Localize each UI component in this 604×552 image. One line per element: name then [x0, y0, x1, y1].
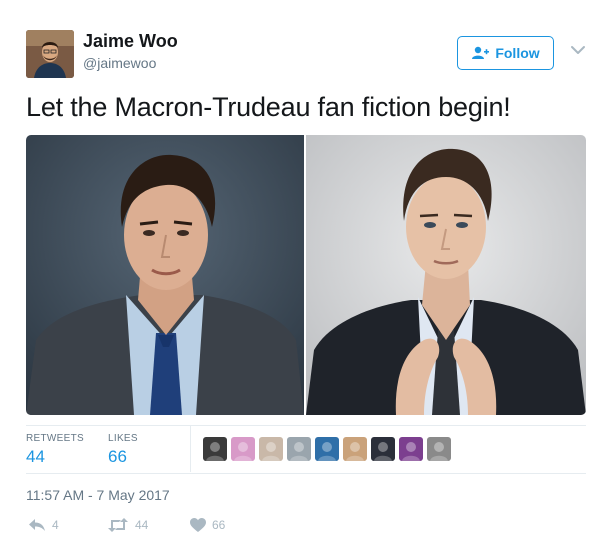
- author-name[interactable]: Jaime Woo: [83, 31, 178, 52]
- divider-bottom: [26, 473, 586, 474]
- retweet-count: 44: [135, 518, 149, 532]
- liker-avatar[interactable]: [343, 437, 367, 461]
- retweet-icon: [108, 518, 128, 532]
- retweets-label[interactable]: RETWEETS: [26, 433, 84, 444]
- author-avatar[interactable]: [26, 30, 74, 78]
- reply-action[interactable]: 4: [28, 518, 59, 532]
- liker-avatar[interactable]: [315, 437, 339, 461]
- reply-count: 4: [52, 518, 59, 532]
- reply-icon: [29, 519, 45, 531]
- photo-left[interactable]: [26, 135, 304, 415]
- liker-avatar[interactable]: [371, 437, 395, 461]
- tweet-timestamp[interactable]: 11:57 AM - 7 May 2017: [26, 487, 170, 503]
- liker-avatar[interactable]: [203, 437, 227, 461]
- photo-right[interactable]: [306, 135, 586, 415]
- liker-avatar[interactable]: [231, 437, 255, 461]
- heart-icon: [190, 518, 206, 532]
- follow-button[interactable]: Follow: [457, 36, 554, 70]
- like-count: 66: [212, 518, 226, 532]
- like-action[interactable]: 66: [190, 518, 225, 532]
- tweet-text: Let the Macron-Trudeau fan fiction begin…: [26, 92, 511, 122]
- add-user-icon: [472, 46, 490, 59]
- retweet-action[interactable]: 44: [107, 518, 148, 532]
- liker-avatar[interactable]: [427, 437, 451, 461]
- author-handle[interactable]: @jaimewoo: [83, 55, 156, 71]
- likes-count[interactable]: 66: [108, 447, 127, 467]
- divider-top: [26, 425, 586, 426]
- tweet-media[interactable]: [26, 135, 586, 415]
- stats-separator: [190, 426, 191, 472]
- chevron-down-icon[interactable]: [570, 44, 586, 56]
- retweets-count[interactable]: 44: [26, 447, 45, 467]
- liker-avatars: [203, 437, 451, 461]
- follow-button-label: Follow: [495, 45, 540, 61]
- liker-avatar[interactable]: [287, 437, 311, 461]
- liker-avatar[interactable]: [399, 437, 423, 461]
- liker-avatar[interactable]: [259, 437, 283, 461]
- likes-label[interactable]: LIKES: [108, 433, 138, 444]
